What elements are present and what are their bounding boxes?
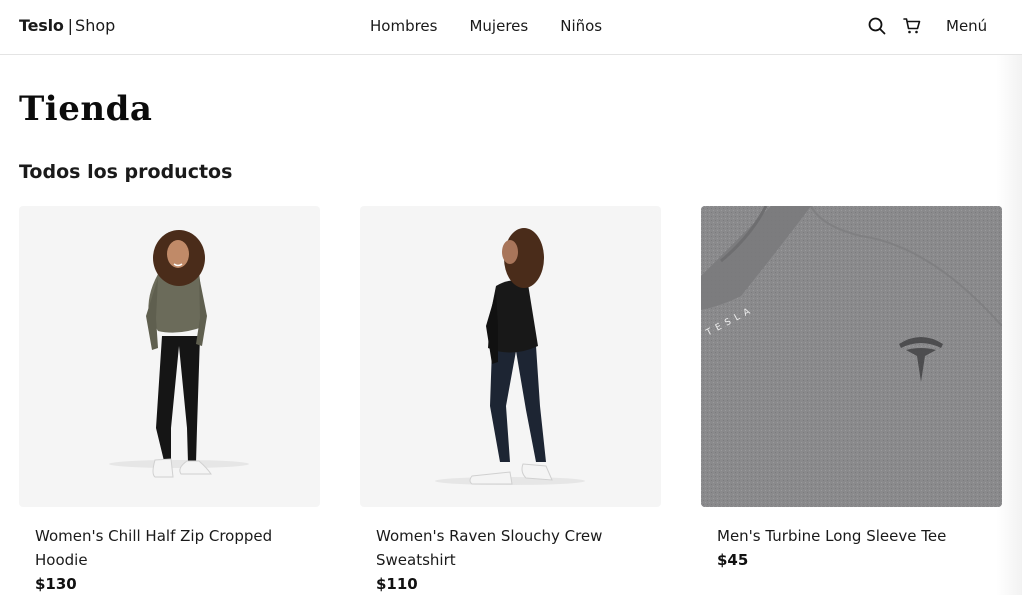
top-navbar: Teslo | Shop Hombres Mujeres Niños Menú — [0, 0, 1022, 55]
cart-icon[interactable] — [901, 14, 923, 38]
page-title: Tienda — [19, 89, 153, 129]
menu-button[interactable]: Menú — [946, 14, 987, 38]
right-edge-shadow — [996, 55, 1022, 595]
category-nav: Hombres Mujeres Niños — [370, 16, 602, 36]
product-photo — [435, 228, 585, 485]
product-image[interactable] — [360, 206, 661, 507]
product-price: $130 — [35, 575, 77, 593]
nav-link-ninos[interactable]: Niños — [560, 16, 602, 36]
product-price: $110 — [376, 575, 418, 593]
brand-suffix: Shop — [75, 16, 116, 35]
product-card[interactable]: Women's Raven Slouchy Crew Sweatshirt $1… — [360, 206, 661, 595]
nav-link-hombres[interactable]: Hombres — [370, 16, 437, 36]
product-photo — [109, 230, 249, 478]
product-photo — [701, 206, 1002, 507]
product-card[interactable]: TESLA Men's Turbine Long Sleeve Tee $45 — [701, 206, 1002, 595]
brand-name: Teslo — [19, 16, 64, 35]
search-icon[interactable] — [866, 14, 888, 38]
product-image[interactable]: TESLA — [701, 206, 1002, 507]
nav-link-mujeres[interactable]: Mujeres — [469, 16, 528, 36]
product-price: $45 — [717, 551, 749, 569]
product-title[interactable]: Women's Raven Slouchy Crew Sweatshirt — [376, 524, 626, 572]
product-card[interactable]: Women's Chill Half Zip Cropped Hoodie $1… — [19, 206, 320, 595]
header-actions: Menú — [866, 14, 987, 38]
product-title[interactable]: Men's Turbine Long Sleeve Tee — [717, 524, 967, 548]
product-title[interactable]: Women's Chill Half Zip Cropped Hoodie — [35, 524, 285, 572]
product-image[interactable] — [19, 206, 320, 507]
page-subtitle: Todos los productos — [19, 161, 233, 183]
brand-logo[interactable]: Teslo | Shop — [19, 16, 115, 36]
brand-separator: | — [67, 16, 74, 35]
product-grid: Women's Chill Half Zip Cropped Hoodie $1… — [19, 206, 1002, 595]
